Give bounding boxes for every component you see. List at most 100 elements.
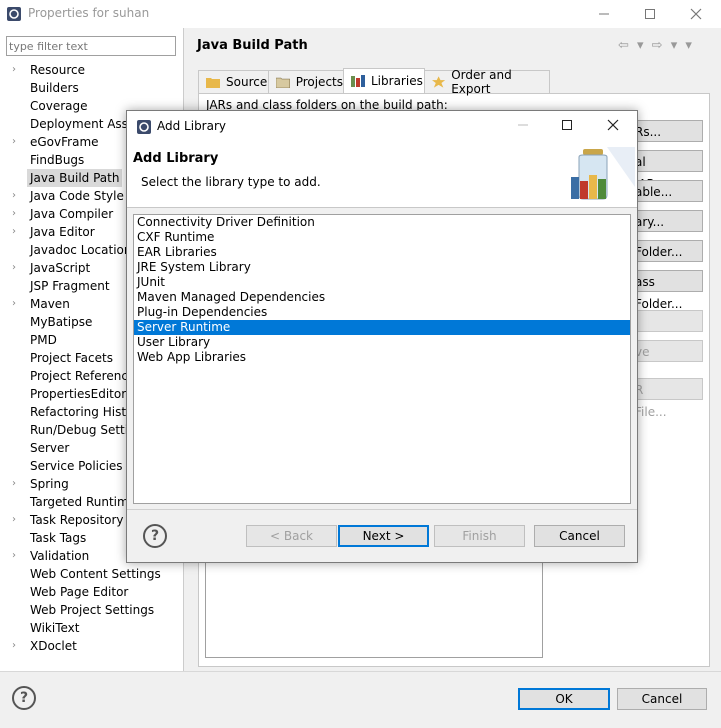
tree-item-label: XDoclet [30, 639, 77, 653]
tree-item-label: Web Page Editor [30, 585, 129, 599]
library-list-item[interactable]: Connectivity Driver Definition [134, 215, 630, 230]
dialog-separator [127, 509, 637, 510]
filter-input[interactable] [6, 36, 176, 56]
tree-item-label: Java Compiler [30, 207, 114, 221]
library-list-item[interactable]: JUnit [134, 275, 630, 290]
build-path-list[interactable] [205, 562, 543, 658]
library-type-list[interactable]: Connectivity Driver Definition CXF Runtim… [133, 214, 631, 504]
next-button[interactable]: Next > [338, 525, 429, 547]
eclipse-app-icon [137, 120, 151, 134]
page-navigation-arrows[interactable]: ⇦ ▾ ⇨ ▾ ▾ [618, 38, 694, 53]
tab-source[interactable]: Source [198, 70, 270, 93]
tree-item[interactable]: › Resource [0, 61, 183, 79]
side-button[interactable]: able... [628, 180, 703, 202]
chevron-right-icon[interactable]: › [12, 133, 22, 151]
dialog-header: Add Library Select the library type to a… [127, 141, 637, 208]
tree-item-label: Resource [30, 63, 86, 77]
chevron-right-icon[interactable]: › [12, 295, 22, 313]
tree-item-label: PMD [30, 333, 57, 347]
projects-icon [276, 77, 290, 88]
tab-order-and-export[interactable]: Order and Export [424, 68, 550, 96]
tree-item-label: MyBatipse [30, 315, 93, 329]
cancel-button[interactable]: Cancel [617, 688, 707, 710]
chevron-right-icon[interactable]: › [12, 61, 22, 79]
maximize-icon[interactable] [557, 116, 577, 134]
chevron-right-icon[interactable]: › [12, 205, 22, 223]
minimize-icon[interactable] [513, 116, 533, 134]
tab-libraries[interactable]: Libraries [343, 68, 425, 93]
page-title: Java Build Path [197, 38, 308, 53]
tree-item-label: Web Project Settings [30, 603, 155, 617]
tree-item[interactable]: WikiText [0, 619, 183, 637]
tab-label: Libraries [371, 74, 423, 88]
tab-projects[interactable]: Projects [268, 70, 344, 93]
side-button[interactable]: ary... [628, 210, 703, 232]
side-button[interactable]: ve [628, 340, 703, 362]
tree-item-label: WikiText [30, 621, 80, 635]
tree-item-label: Task Tags [30, 531, 87, 545]
eclipse-app-icon [7, 7, 21, 21]
tree-item-label: Service Policies [30, 459, 123, 473]
tree-item-label: Project References [30, 369, 142, 383]
side-button[interactable]: al JARs... [628, 150, 703, 191]
library-list-item[interactable]: Maven Managed Dependencies [134, 290, 630, 305]
chevron-right-icon[interactable]: › [12, 259, 22, 277]
minimize-icon[interactable] [594, 5, 614, 23]
tree-item-label: JavaScript [30, 261, 91, 275]
side-button[interactable]: Rs... [628, 120, 703, 142]
side-button[interactable]: Folder... [628, 240, 703, 262]
tree-item[interactable]: › XDoclet [0, 637, 183, 655]
chevron-right-icon[interactable]: › [12, 223, 22, 241]
dialog-header-title: Add Library [133, 151, 219, 166]
close-icon[interactable] [686, 5, 706, 23]
chevron-right-icon[interactable]: › [12, 547, 22, 565]
tree-item-label: Java Editor [30, 225, 95, 239]
finish-button[interactable]: Finish [434, 525, 525, 547]
tree-item-label: Java Code Style [30, 189, 124, 203]
tree-item-label: Server [30, 441, 70, 455]
tree-item-label: Project Facets [30, 351, 113, 365]
add-library-dialog: Add Library Add Library Select the libra… [126, 110, 638, 563]
chevron-right-icon[interactable]: › [12, 187, 22, 205]
tree-item-label: PropertiesEditor [30, 387, 127, 401]
side-button[interactable]: R File... [628, 378, 703, 419]
tree-item-label: Javadoc Location [30, 243, 132, 257]
tree-item-label: JSP Fragment [30, 279, 110, 293]
bottom-bar [0, 671, 721, 728]
chevron-right-icon[interactable]: › [12, 475, 22, 493]
tree-item-label: Task Repository [30, 513, 124, 527]
close-icon[interactable] [603, 116, 623, 134]
side-button[interactable]: ass Folder... [628, 270, 703, 311]
cancel-button[interactable]: Cancel [534, 525, 625, 547]
library-list-item[interactable]: Plug-in Dependencies [134, 305, 630, 320]
library-jar-icon [571, 147, 635, 200]
help-icon[interactable]: ? [12, 686, 36, 710]
tree-item-label: Spring [30, 477, 69, 491]
tab-label: Order and Export [451, 68, 512, 96]
library-list-item[interactable]: JRE System Library [134, 260, 630, 275]
library-list-item[interactable]: User Library [134, 335, 630, 350]
side-button[interactable] [628, 310, 703, 332]
maximize-icon[interactable] [640, 5, 660, 23]
help-icon[interactable]: ? [143, 524, 167, 548]
library-list-item[interactable]: EAR Libraries [134, 245, 630, 260]
dialog-title-bar: Add Library [127, 111, 637, 141]
library-list-item[interactable]: CXF Runtime [134, 230, 630, 245]
chevron-right-icon[interactable]: › [12, 637, 22, 655]
tree-item[interactable]: Builders [0, 79, 183, 97]
tab-label: Projects [295, 75, 343, 89]
library-list-item[interactable]: Web App Libraries [134, 350, 630, 365]
chevron-right-icon[interactable]: › [12, 511, 22, 529]
ok-button[interactable]: OK [518, 688, 610, 710]
tree-item-label: Validation [30, 549, 90, 563]
tree-item[interactable]: Web Content Settings [0, 565, 183, 583]
tree-item-label: FindBugs [30, 153, 85, 167]
tree-item[interactable]: Web Project Settings [0, 601, 183, 619]
tree-item-label: Builders [30, 81, 79, 95]
source-folder-icon [206, 78, 220, 88]
tree-item-label: eGovFrame [30, 135, 99, 149]
tree-item[interactable]: Web Page Editor [0, 583, 183, 601]
tree-item-label: Java Build Path [27, 169, 123, 187]
library-list-item[interactable]: Server Runtime [134, 320, 630, 335]
back-button[interactable]: < Back [246, 525, 337, 547]
